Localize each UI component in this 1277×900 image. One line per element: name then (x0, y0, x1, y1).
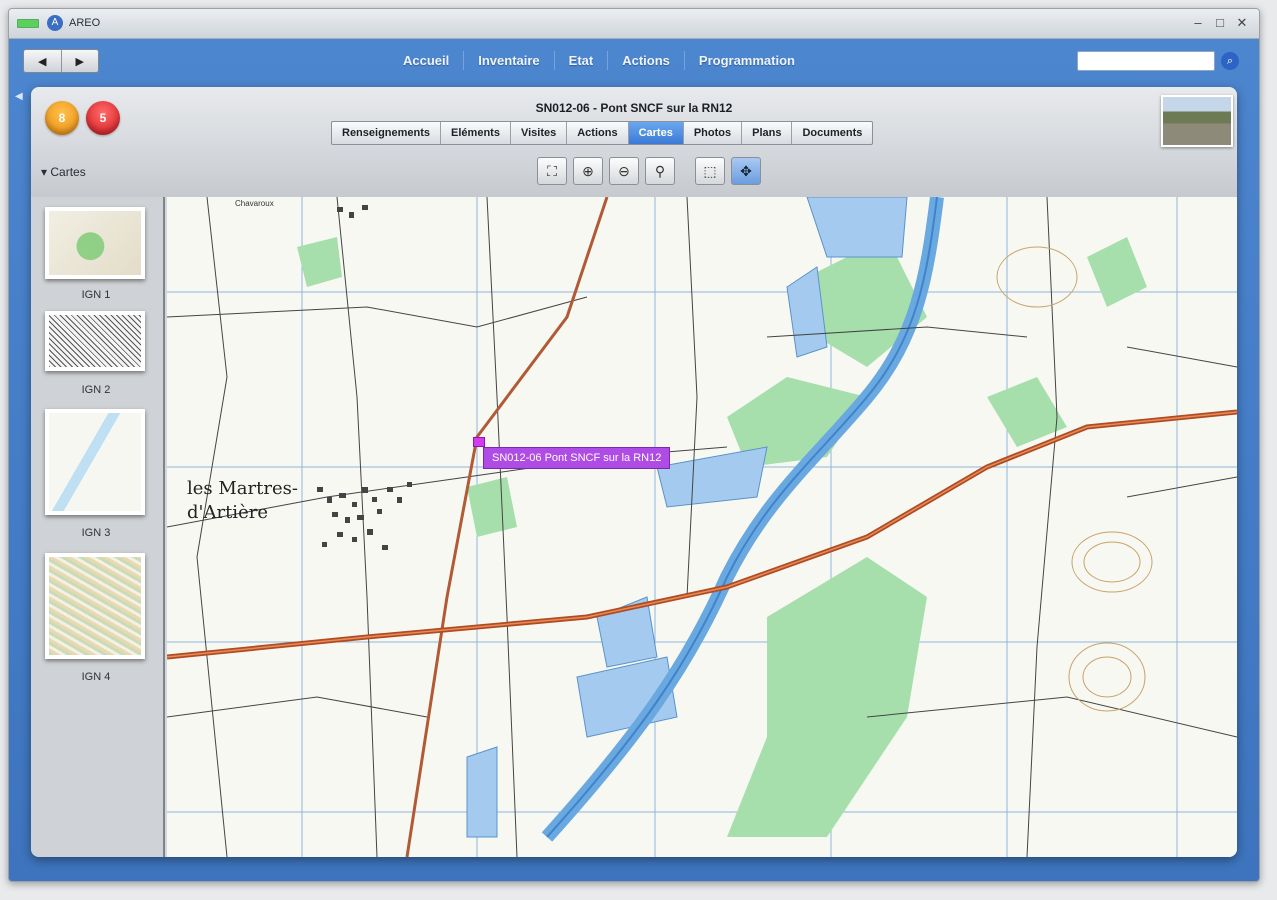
select-tool-icon[interactable]: ⬚ (695, 157, 725, 185)
minimize-button[interactable]: – (1189, 15, 1207, 30)
history-buttons: ◀ ▶ (23, 49, 99, 73)
panel-header: 8 5 SN012-06 - Pont SNCF sur la RN12 Ren… (31, 87, 1237, 197)
search-icon[interactable]: ⌕ (1221, 52, 1239, 70)
menu-item-accueil[interactable]: Accueil (389, 51, 465, 70)
tab-bar: Renseignements Eléments Visites Actions … (331, 121, 874, 145)
main-menu: Accueil Inventaire Etat Actions Programm… (389, 51, 809, 70)
tab-visites[interactable]: Visites (511, 122, 568, 144)
menu-item-etat[interactable]: Etat (555, 51, 609, 70)
town-label: les Martres- d'Artière (187, 478, 298, 523)
pan-tool-icon[interactable]: ✥ (731, 157, 761, 185)
map-thumbnail-ign2[interactable] (45, 311, 145, 371)
map-thumbnail-label: IGN 1 (81, 289, 111, 301)
tab-documents[interactable]: Documents (792, 122, 872, 144)
section-label[interactable]: ▾ Cartes (41, 165, 86, 179)
tab-photos[interactable]: Photos (684, 122, 743, 144)
tab-elements[interactable]: Eléments (441, 122, 511, 144)
structure-photo-thumbnail[interactable] (1161, 95, 1233, 147)
tab-renseignements[interactable]: Renseignements (332, 122, 442, 144)
collapse-arrow-icon[interactable]: ◀ (15, 91, 23, 102)
topographic-map (167, 197, 1237, 857)
top-navigation: ◀ ▶ Accueil Inventaire Etat Actions Prog… (9, 39, 1259, 102)
map-thumbnail-label: IGN 2 (81, 384, 111, 396)
app-body: ◀ ▶ Accueil Inventaire Etat Actions Prog… (9, 39, 1259, 881)
zoom-out-icon[interactable]: ⊖ (609, 157, 639, 185)
map-pin-icon[interactable] (473, 437, 485, 447)
detail-panel: 8 5 SN012-06 - Pont SNCF sur la RN12 Ren… (31, 87, 1237, 857)
place-label: Chavaroux (235, 199, 274, 208)
map-marker-label[interactable]: SN012-06 Pont SNCF sur la RN12 (483, 447, 671, 469)
zoom-extent-icon[interactable]: ⛶ (537, 157, 567, 185)
map-thumbnail-label: IGN 4 (81, 671, 111, 683)
map-thumbnail-ign3[interactable] (45, 409, 145, 515)
menu-item-programmation[interactable]: Programmation (685, 51, 809, 70)
map-thumbnail-label: IGN 3 (81, 527, 111, 539)
forward-button[interactable]: ▶ (60, 50, 99, 72)
back-button[interactable]: ◀ (24, 50, 61, 72)
zoom-tool-icon[interactable]: ⚲ (645, 157, 675, 185)
map-thumbnails-sidebar: IGN 1 IGN 2 IGN 3 IGN 4 (31, 197, 165, 857)
title-bar: A AREO – □ ✕ (9, 9, 1259, 39)
menu-item-inventaire[interactable]: Inventaire (464, 51, 555, 70)
zoom-in-icon[interactable]: ⊕ (573, 157, 603, 185)
menu-item-actions[interactable]: Actions (608, 51, 685, 70)
maximize-button[interactable]: □ (1211, 15, 1229, 30)
app-logo-icon: A (47, 15, 63, 31)
tab-cartes[interactable]: Cartes (628, 122, 684, 144)
page-title: SN012-06 - Pont SNCF sur la RN12 (535, 101, 733, 115)
map-thumbnail-ign4[interactable] (45, 553, 145, 659)
app-title: AREO (69, 17, 101, 29)
battery-icon (17, 19, 39, 28)
tab-plans[interactable]: Plans (742, 122, 793, 144)
close-button[interactable]: ✕ (1233, 15, 1251, 31)
map-viewer[interactable]: les Martres- d'Artière Chavaroux SN012-0… (167, 197, 1237, 857)
search-input[interactable] (1077, 51, 1215, 71)
tab-actions[interactable]: Actions (567, 122, 629, 144)
app-window: A AREO – □ ✕ ◀ ▶ Accueil Inventaire Etat… (8, 8, 1260, 882)
map-toolbar: ⛶ ⊕ ⊖ ⚲ ⬚ ✥ (537, 157, 761, 185)
map-thumbnail-ign1[interactable] (45, 207, 145, 279)
